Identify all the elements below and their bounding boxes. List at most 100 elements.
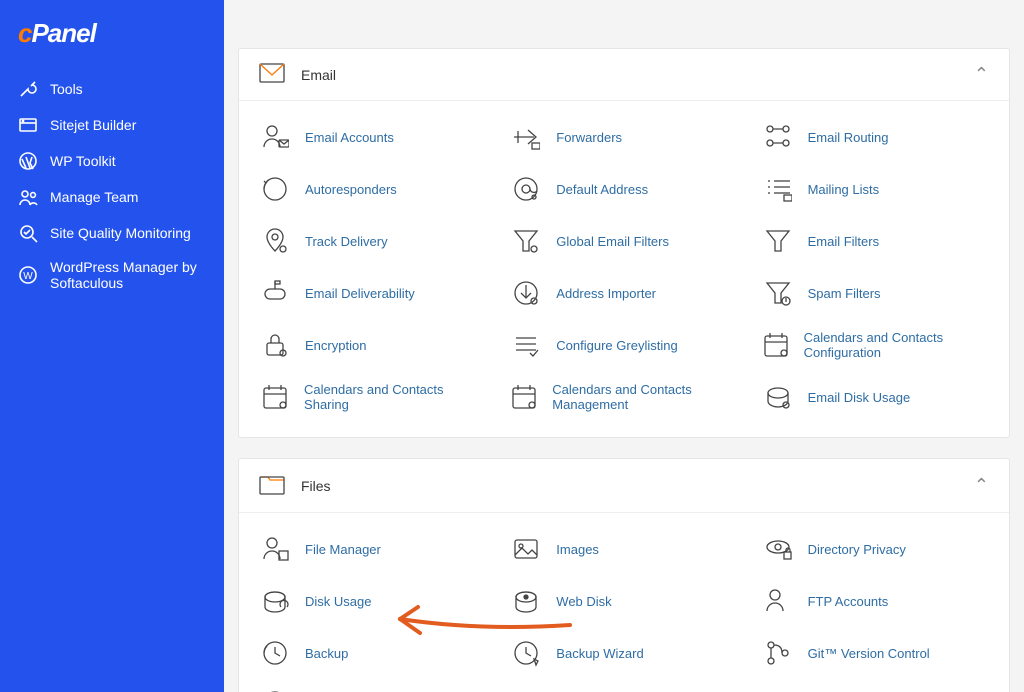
sidebar-item-wp-toolkit[interactable]: WP Toolkit: [0, 143, 224, 179]
feature-jetbackup-5[interactable]: JetBackup 5: [247, 679, 498, 692]
feature-mailing-lists[interactable]: Mailing Lists: [750, 163, 1001, 215]
feature-forwarders[interactable]: Forwarders: [498, 111, 749, 163]
feature-link[interactable]: Directory Privacy: [808, 542, 906, 557]
feature-link[interactable]: Images: [556, 542, 599, 557]
feature-link[interactable]: Mailing Lists: [808, 182, 880, 197]
greylist-icon: [510, 329, 542, 361]
files-grid: File Manager Images Directory Privacy Disk …: [247, 523, 1001, 692]
feature-email-filters[interactable]: Email Filters: [750, 215, 1001, 267]
sidebar-item-wordpress-manager-by-softaculous[interactable]: WordPress Manager by Softaculous: [0, 251, 224, 299]
feature-link[interactable]: Track Delivery: [305, 234, 388, 249]
feature-autoresponders[interactable]: Autoresponders: [247, 163, 498, 215]
feature-link[interactable]: Backup Wizard: [556, 646, 643, 661]
feature-link[interactable]: Address Importer: [556, 286, 656, 301]
feature-link[interactable]: Autoresponders: [305, 182, 397, 197]
panel-files-title: Files: [301, 478, 331, 494]
brand-logo: cPanel: [0, 18, 224, 71]
feature-email-accounts[interactable]: Email Accounts: [247, 111, 498, 163]
panel-files: Files ⌃ File Manager Images Directory Priv…: [238, 458, 1010, 692]
feature-directory-privacy[interactable]: Directory Privacy: [750, 523, 1001, 575]
forward-icon: [510, 121, 542, 153]
feature-link[interactable]: Default Address: [556, 182, 648, 197]
feature-email-deliverability[interactable]: Email Deliverability: [247, 267, 498, 319]
feature-link[interactable]: Web Disk: [556, 594, 611, 609]
feature-spam-filters[interactable]: Spam Filters: [750, 267, 1001, 319]
feature-encryption[interactable]: Encryption: [247, 319, 498, 371]
feature-ftp-accounts[interactable]: FTP Accounts: [750, 575, 1001, 627]
webdisk-icon: [510, 585, 542, 617]
feature-link[interactable]: Backup: [305, 646, 348, 661]
feature-link[interactable]: Forwarders: [556, 130, 622, 145]
feature-file-manager[interactable]: File Manager: [247, 523, 498, 575]
at-icon: [510, 173, 542, 205]
feature-disk-usage[interactable]: Disk Usage: [247, 575, 498, 627]
feature-link[interactable]: Email Disk Usage: [808, 390, 911, 405]
funnel-icon: [510, 225, 542, 257]
feature-configure-greylisting[interactable]: Configure Greylisting: [498, 319, 749, 371]
disk-icon: [762, 381, 794, 413]
feature-link[interactable]: Email Filters: [808, 234, 880, 249]
files-header-icon: [259, 473, 285, 498]
feature-link[interactable]: Git™ Version Control: [808, 646, 930, 661]
sidebar-item-label: Site Quality Monitoring: [50, 225, 191, 241]
chevron-up-icon: ⌃: [974, 475, 989, 496]
sidebar: cPanel Tools Sitejet BuilderWP Toolkit Man…: [0, 0, 224, 692]
sidebar-item-manage-team[interactable]: Manage Team: [0, 179, 224, 215]
sidebar-item-site-quality-monitoring[interactable]: Site Quality Monitoring: [0, 215, 224, 251]
feature-images[interactable]: Images: [498, 523, 749, 575]
feature-link[interactable]: Global Email Filters: [556, 234, 669, 249]
email-header-icon: [259, 63, 285, 86]
autoresp-icon: [259, 173, 291, 205]
routing-icon: [762, 121, 794, 153]
chevron-up-icon: ⌃: [974, 64, 989, 85]
feature-link[interactable]: File Manager: [305, 542, 381, 557]
feature-email-disk-usage[interactable]: Email Disk Usage: [750, 371, 1001, 423]
feature-calendars-and-contacts-sharing[interactable]: Calendars and Contacts Sharing: [247, 371, 498, 423]
sidebar-item-sitejet-builder[interactable]: Sitejet Builder: [0, 107, 224, 143]
ftp-icon: [762, 585, 794, 617]
feature-link[interactable]: Spam Filters: [808, 286, 881, 301]
panel-files-header[interactable]: Files ⌃: [239, 459, 1009, 512]
feature-global-email-filters[interactable]: Global Email Filters: [498, 215, 749, 267]
feature-link[interactable]: Calendars and Contacts Sharing: [304, 382, 486, 412]
feature-git-version-control[interactable]: Git™ Version Control: [750, 627, 1001, 679]
sidebar-item-label: Tools: [50, 81, 83, 97]
feature-link[interactable]: Configure Greylisting: [556, 338, 677, 353]
panel-email-header[interactable]: Email ⌃: [239, 49, 1009, 100]
feature-link[interactable]: Calendars and Contacts Configuration: [804, 330, 989, 360]
panel-email-title: Email: [301, 67, 336, 83]
feature-default-address[interactable]: Default Address: [498, 163, 749, 215]
feature-email-routing[interactable]: Email Routing: [750, 111, 1001, 163]
git-icon: [762, 637, 794, 669]
feature-link[interactable]: Email Deliverability: [305, 286, 415, 301]
team-icon: [18, 187, 38, 207]
import-icon: [510, 277, 542, 309]
email-grid: Email Accounts Forwarders Email Routing Aut…: [247, 111, 1001, 423]
funnel2-icon: [762, 225, 794, 257]
feature-backup[interactable]: Backup: [247, 627, 498, 679]
feature-track-delivery[interactable]: Track Delivery: [247, 215, 498, 267]
main-content: Email ⌃ Email Accounts Forwarders Email Ro…: [224, 0, 1024, 692]
feature-calendars-and-contacts-management[interactable]: Calendars and Contacts Management: [498, 371, 749, 423]
feature-link[interactable]: Disk Usage: [305, 594, 371, 609]
sidebar-item-tools[interactable]: Tools: [0, 71, 224, 107]
feature-backup-wizard[interactable]: Backup Wizard: [498, 627, 749, 679]
feature-link[interactable]: Email Accounts: [305, 130, 394, 145]
feature-calendars-and-contacts-configuration[interactable]: Calendars and Contacts Configuration: [750, 319, 1001, 371]
feature-link[interactable]: Email Routing: [808, 130, 889, 145]
lock-icon: [259, 329, 291, 361]
feature-link[interactable]: FTP Accounts: [808, 594, 889, 609]
backup-icon: [259, 637, 291, 669]
wp-manager-icon: [18, 265, 38, 285]
feature-link[interactable]: Calendars and Contacts Management: [552, 382, 737, 412]
feature-web-disk[interactable]: Web Disk: [498, 575, 749, 627]
cal-icon: [762, 329, 790, 361]
feature-address-importer[interactable]: Address Importer: [498, 267, 749, 319]
sitejet-icon: [18, 115, 38, 135]
spam-icon: [762, 277, 794, 309]
diskuse-icon: [259, 585, 291, 617]
feature-link[interactable]: Encryption: [305, 338, 366, 353]
wordpress-icon: [18, 151, 38, 171]
privacy-icon: [762, 533, 794, 565]
sidebar-item-label: Manage Team: [50, 189, 138, 205]
